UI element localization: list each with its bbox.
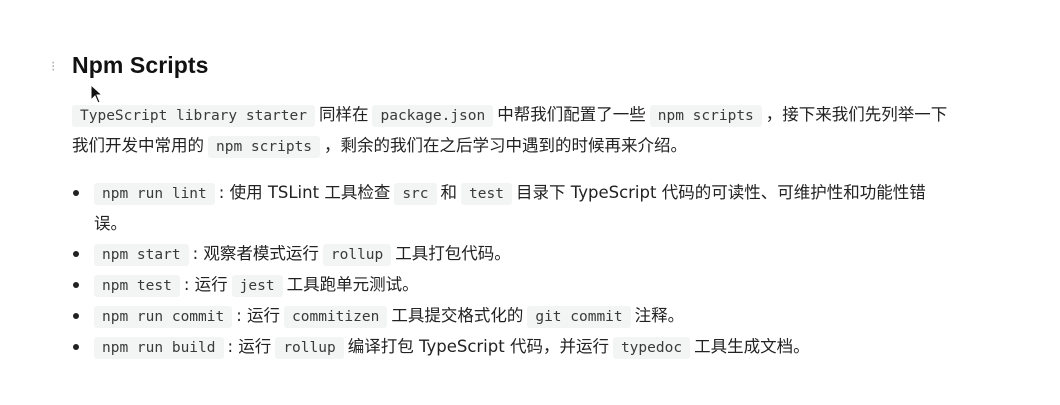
command-code: npm run build <box>94 337 224 359</box>
item-text: 工具打包代码。 <box>395 244 511 263</box>
command-code: npm run commit <box>94 306 233 328</box>
inline-code: npm scripts <box>208 136 321 158</box>
item-text: : 运行 <box>183 275 228 294</box>
item-text: 工具生成文档。 <box>694 337 810 356</box>
document-page: ⁝ Npm Scripts TypeScript library starter… <box>0 0 1060 405</box>
item-text: : 运行 <box>236 306 281 325</box>
inline-code: git commit <box>527 306 631 328</box>
command-code: npm test <box>94 275 180 297</box>
list-item-lint: npm run lint: 使用 TSLint 工具检查 src 和 test 目录下 … <box>72 178 952 239</box>
bullet-icon <box>73 313 79 319</box>
command-code: npm run lint <box>94 183 215 205</box>
intro-paragraph: TypeScript library starter 同样在 package.jso… <box>72 100 952 162</box>
inline-code: commitizen <box>284 306 388 328</box>
paragraph-text: 同样在 <box>318 105 369 124</box>
inline-code: test <box>461 183 512 205</box>
item-text: 编译打包 TypeScript 代码，并运行 <box>347 337 609 356</box>
list-item-build: npm run build: 运行 rollup 编译打包 TypeScript 代… <box>72 332 952 363</box>
list-item-commit: npm run commit: 运行 commitizen 工具提交格式化的 git … <box>72 301 952 332</box>
heading-anchor-icon[interactable]: ⁝ <box>51 60 55 74</box>
inline-code: rollup <box>275 337 344 359</box>
paragraph-text: 中帮我们配置了一些 <box>497 105 646 124</box>
inline-code: rollup <box>322 244 392 266</box>
bullet-icon <box>73 282 79 288</box>
bullet-icon <box>73 344 79 350</box>
item-text: 和 <box>440 183 458 202</box>
scripts-list: npm run lint: 使用 TSLint 工具检查 src 和 test 目录下 … <box>72 178 952 363</box>
bullet-icon <box>73 190 79 196</box>
inline-code: jest <box>231 275 283 297</box>
bullet-icon <box>73 251 79 257</box>
inline-code: typedoc <box>612 337 691 359</box>
item-text: : 观察者模式运行 <box>192 244 319 263</box>
item-text: : 运行 <box>227 337 272 356</box>
item-text: 注释。 <box>634 306 685 325</box>
item-text: 工具跑单元测试。 <box>286 275 419 294</box>
inline-code: src <box>394 183 437 205</box>
inline-code: TypeScript library starter <box>72 105 315 127</box>
paragraph-text: ，剩余的我们在之后学习中遇到的时候再来介绍。 <box>324 136 688 155</box>
item-text: : 使用 TSLint 工具检查 <box>218 183 391 202</box>
list-item-start: npm start: 观察者模式运行 rollup 工具打包代码。 <box>72 239 952 270</box>
command-code: npm start <box>94 244 189 266</box>
section-heading: Npm Scripts <box>72 52 209 78</box>
list-item-test: npm test: 运行 jest 工具跑单元测试。 <box>72 270 952 301</box>
inline-code: package.json <box>372 105 494 127</box>
item-text: 工具提交格式化的 <box>391 306 524 325</box>
inline-code: npm scripts <box>649 105 762 127</box>
